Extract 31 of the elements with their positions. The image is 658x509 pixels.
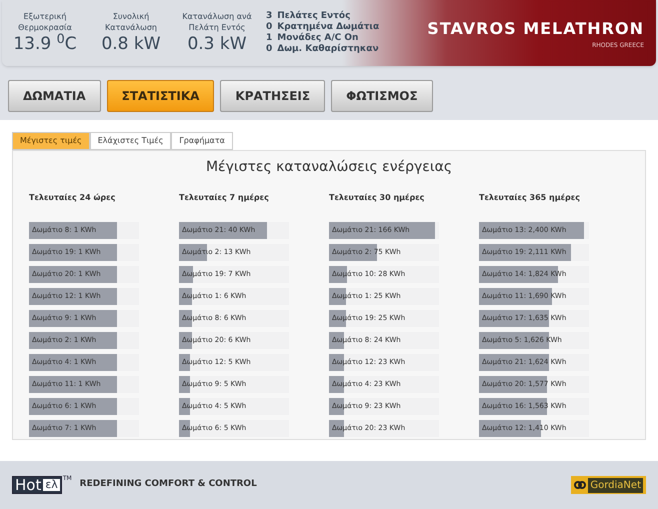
summary-text: Κρατημένα Δωμάτια bbox=[277, 22, 380, 32]
summary-count: 0 bbox=[266, 22, 272, 33]
nav-tab[interactable]: ΦΩΤΙΣΜΟΣ bbox=[331, 80, 433, 112]
stat-label: Κατανάλωση ανά Πελάτη Εντός bbox=[181, 11, 253, 33]
brand-name: STAVROS MELATHRON bbox=[427, 18, 644, 40]
summary-text: Μονάδες A/C On bbox=[277, 33, 358, 44]
stat-value: 0.8 kW bbox=[101, 33, 161, 55]
stat-label: Συνολική Κατανάλωση bbox=[104, 11, 158, 33]
column-heading: Τελευταίες 7 ημέρες bbox=[179, 192, 270, 204]
stat-value: 13.9 $^{0}$C bbox=[13, 33, 77, 55]
summary-count: 0 bbox=[266, 44, 272, 55]
partner-logo: GordiaNet bbox=[571, 476, 646, 494]
summary-count: 3 bbox=[266, 11, 272, 22]
summary-count: 1 bbox=[266, 33, 272, 44]
stat-value: 0.3 kW bbox=[187, 33, 247, 55]
nav-tab[interactable]: ΚΡΑΤΗΣΕΙΣ bbox=[220, 80, 326, 112]
sub-tab[interactable]: Ελάχιστες Τιμές bbox=[90, 132, 172, 150]
column-heading: Τελευταίες 365 ημέρες bbox=[479, 192, 581, 204]
column-heading: Τελευταίες 24 ώρες bbox=[29, 192, 116, 204]
hotel-logo: Hot ελ bbox=[12, 476, 62, 494]
stat-label: Εξωτερική Θερμοκρασία bbox=[17, 11, 73, 33]
panel-title: Μέγιστες καταναλώσεις ενέργειας bbox=[204, 158, 454, 177]
tagline: REDEFINING COMFORT & CONTROL bbox=[80, 478, 257, 492]
sub-tab[interactable]: Μέγιστες τιμές bbox=[12, 132, 90, 150]
summary-text: Δωμ. Καθαρίστηκαν bbox=[277, 44, 379, 55]
column-heading: Τελευταίες 30 ημέρες bbox=[329, 192, 426, 204]
nav-tab[interactable]: ΣΤΑΤΙΣΤΙΚΑ bbox=[106, 80, 214, 112]
sub-tab[interactable]: Γραφήματα bbox=[171, 132, 233, 150]
knot-icon bbox=[574, 480, 586, 490]
nav-tab[interactable]: ΔΩΜΑΤΙΑ bbox=[8, 80, 101, 112]
summary-text: Πελάτες Εντός bbox=[277, 11, 350, 22]
